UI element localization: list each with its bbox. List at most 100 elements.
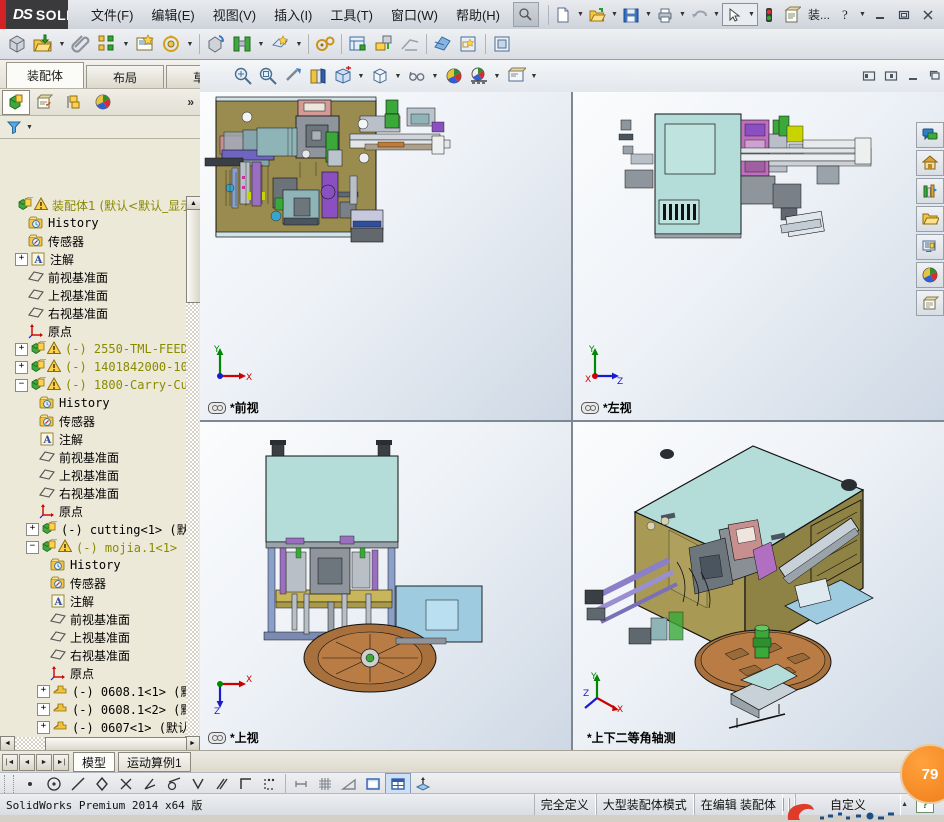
view-settings-icon[interactable]	[466, 64, 491, 89]
custom-properties-icon[interactable]	[916, 290, 944, 316]
menu-file[interactable]: 文件(F)	[82, 2, 143, 27]
tree-item-top-plane-2[interactable]: 上视基准面	[0, 466, 186, 484]
tree-item-history[interactable]: History	[0, 214, 186, 232]
new-document-button[interactable]	[552, 3, 575, 26]
tree-scroll-track[interactable]	[186, 209, 200, 779]
tree-item-1800-carry-cutting[interactable]: − (-) 1800-Carry-Cutti	[0, 376, 186, 394]
linear-pattern-dropdown[interactable]: ▼	[120, 31, 132, 57]
pushpin-icon[interactable]	[512, 2, 539, 27]
tree-item-front-plane-3[interactable]: 前视基准面	[0, 610, 186, 628]
viewport-top[interactable]: Z X *上视	[200, 422, 571, 750]
last-icon[interactable]: ►|	[53, 753, 69, 771]
viewport-screen-icon[interactable]	[503, 64, 528, 89]
smart-fastener-icon[interactable]	[132, 31, 158, 57]
menu-view[interactable]: 视图(V)	[204, 2, 265, 27]
tree-expander[interactable]: −	[15, 378, 28, 392]
chevron-down-icon[interactable]: ▼	[26, 124, 33, 131]
viewport-dimetric[interactable]: Y X Z *上下二等角轴测	[573, 422, 944, 750]
tree-item-origin[interactable]: 原点	[0, 322, 186, 340]
help-dropdown[interactable]: ▼	[857, 3, 868, 26]
perpendicular-icon[interactable]	[186, 774, 210, 793]
tree-expander[interactable]: −	[26, 540, 39, 554]
appearances-sphere-icon[interactable]	[916, 262, 944, 288]
next-icon[interactable]: ►	[36, 753, 52, 771]
minimize-icon[interactable]	[868, 4, 892, 26]
rebuild-button[interactable]	[758, 3, 781, 26]
view-palette-icon[interactable]	[916, 234, 944, 260]
new-motion-study-icon[interactable]	[312, 31, 338, 57]
speech-bubbles-icon[interactable]	[916, 122, 944, 148]
parallel-icon[interactable]	[210, 774, 234, 793]
tree-item-0608-1-2[interactable]: + (-) 0608.1<2> (默	[0, 700, 186, 718]
tab-layout[interactable]: 布局	[86, 65, 164, 88]
zoom-to-area-icon[interactable]	[255, 64, 280, 89]
menu-edit[interactable]: 编辑(E)	[142, 2, 203, 27]
viewport-front[interactable]: Y X *前视	[200, 92, 571, 420]
tree-item-origin-2[interactable]: 原点	[0, 502, 186, 520]
tree-item-front-plane[interactable]: 前视基准面	[0, 268, 186, 286]
edit-component-icon[interactable]	[4, 31, 30, 57]
view-orientation-icon[interactable]	[330, 64, 355, 89]
print-button[interactable]	[654, 3, 677, 26]
tree-item-assembly-root[interactable]: 装配体1 (默认<默认_显示	[0, 196, 186, 214]
new-document-dropdown[interactable]: ▼	[575, 3, 586, 26]
tree-item-sensors[interactable]: 传感器	[0, 232, 186, 250]
viewport-dropdown[interactable]: ▼	[528, 64, 540, 89]
section-view-icon[interactable]	[305, 64, 330, 89]
undo-dropdown[interactable]: ▼	[711, 3, 722, 26]
move-component-dropdown[interactable]: ▼	[184, 31, 196, 57]
select-tool-dropdown[interactable]: ▼	[746, 3, 757, 26]
apply-scene-sphere-icon[interactable]	[441, 64, 466, 89]
tree-item-history-2[interactable]: History	[0, 394, 186, 412]
tree-item-annotations-3[interactable]: A 注解	[0, 592, 186, 610]
open-document-dropdown[interactable]: ▼	[609, 3, 620, 26]
circle-center-icon[interactable]	[42, 774, 66, 793]
tree-item-annotations[interactable]: + A 注解	[0, 250, 186, 268]
minimize-doc-icon[interactable]	[902, 66, 924, 86]
tangent-icon[interactable]	[162, 774, 186, 793]
insert-component-icon[interactable]	[30, 31, 56, 57]
tree-item-cutting[interactable]: + (-) cutting<1> (默认	[0, 520, 186, 538]
tree-item-sensors-3[interactable]: 传感器	[0, 574, 186, 592]
view-orientation-dropdown[interactable]: ▼	[355, 64, 367, 89]
dotted-box-icon[interactable]	[258, 774, 282, 793]
tab-model[interactable]: 模型	[73, 752, 116, 772]
tree-item-right-plane[interactable]: 右视基准面	[0, 304, 186, 322]
display-style-dropdown[interactable]: ▼	[392, 64, 404, 89]
tile-left-icon[interactable]	[858, 66, 880, 86]
options-button[interactable]	[781, 3, 804, 26]
open-folder-icon[interactable]	[916, 206, 944, 232]
tree-item-front-plane-2[interactable]: 前视基准面	[0, 448, 186, 466]
tree-item-top-plane[interactable]: 上视基准面	[0, 286, 186, 304]
interference-detection-icon[interactable]	[430, 31, 456, 57]
tree-scroll-thumb[interactable]	[186, 209, 200, 303]
cursor-arrow-icon[interactable]	[723, 3, 746, 26]
tile-right-icon[interactable]	[880, 66, 902, 86]
open-document-button[interactable]	[586, 3, 609, 26]
tree-expander[interactable]: +	[15, 342, 28, 356]
tree-item-right-plane-3[interactable]: 右视基准面	[0, 646, 186, 664]
restore-doc-icon[interactable]	[924, 66, 944, 86]
tree-expander[interactable]: +	[15, 360, 28, 374]
tree-expander[interactable]: +	[15, 252, 28, 266]
tree-item-mojia[interactable]: − (-) mojia.1<1> (默	[0, 538, 186, 556]
show-hidden-components-icon[interactable]	[203, 31, 229, 57]
tab-display-manager[interactable]	[89, 90, 117, 115]
menu-insert[interactable]: 插入(I)	[265, 2, 321, 27]
corner-icon[interactable]	[234, 774, 258, 793]
restore-icon[interactable]	[892, 4, 916, 26]
tree-item-origin-3[interactable]: 原点	[0, 664, 186, 682]
nearest-angle-icon[interactable]	[138, 774, 162, 793]
quadrant-icon[interactable]	[90, 774, 114, 793]
angle-triangle-icon[interactable]	[337, 774, 361, 793]
grid-icon[interactable]	[313, 774, 337, 793]
previous-view-icon[interactable]	[280, 64, 305, 89]
menu-window[interactable]: 窗口(W)	[382, 2, 447, 27]
tree-hscroll-track[interactable]	[15, 736, 187, 752]
grid-settings-icon[interactable]	[385, 773, 411, 794]
tree-vertical-scrollbar[interactable]: ▲ ▼	[186, 196, 200, 792]
feature-manager-overflow[interactable]: »	[187, 95, 194, 109]
tab-assembly[interactable]: 装配体	[6, 62, 84, 88]
make-drawing-icon[interactable]	[456, 31, 482, 57]
first-icon[interactable]: |◄	[2, 753, 18, 771]
